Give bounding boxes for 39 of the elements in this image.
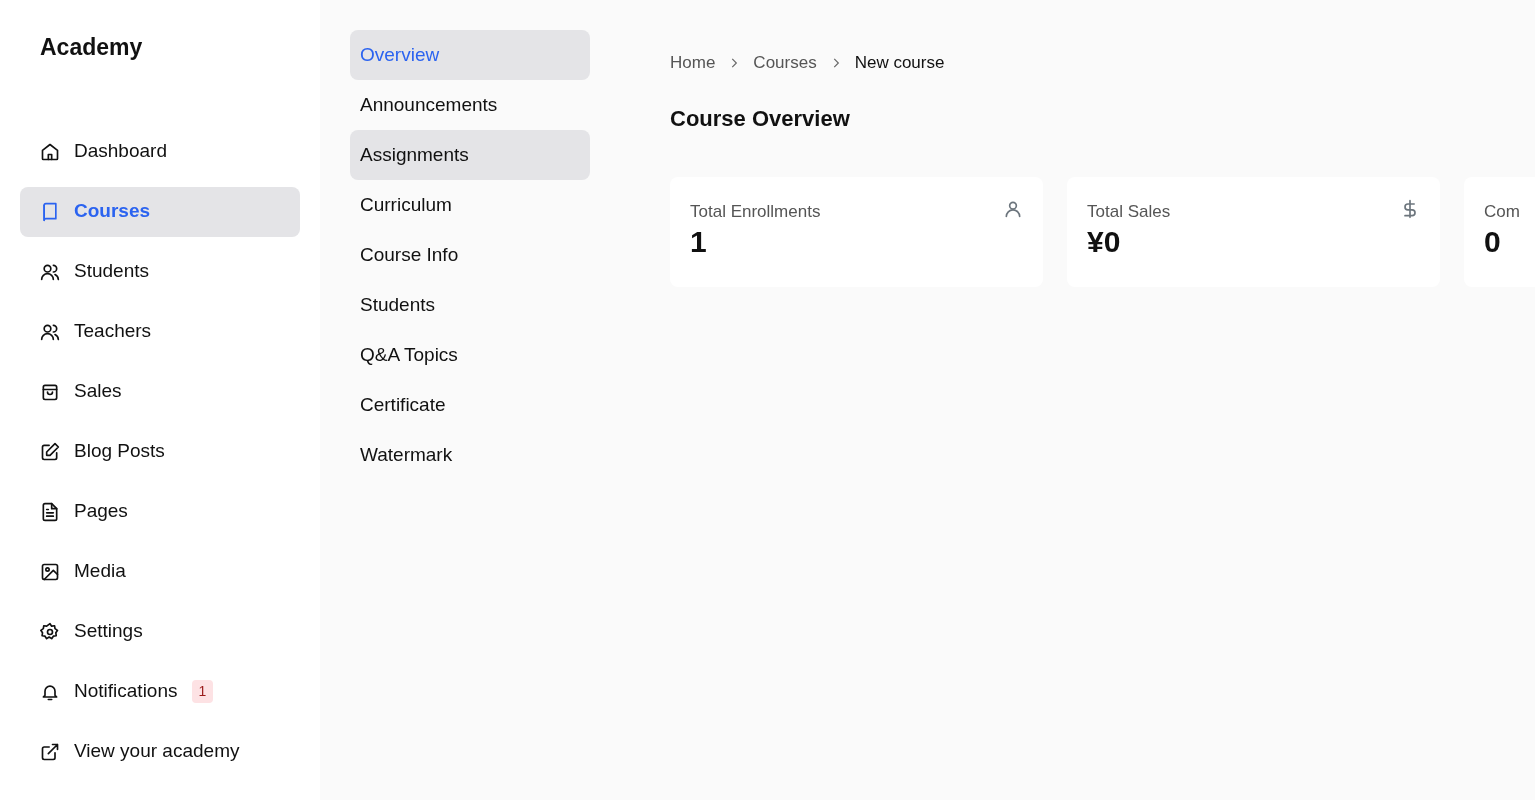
stat-value: 0 bbox=[1484, 224, 1502, 260]
sidebar-item[interactable]: Pages bbox=[20, 486, 300, 537]
course-nav-item[interactable]: Certificate bbox=[350, 380, 590, 430]
course-nav-item[interactable]: Assignments bbox=[350, 130, 590, 180]
image-icon bbox=[40, 561, 60, 582]
course-nav-item[interactable]: Overview bbox=[350, 30, 590, 80]
page-title: Course Overview bbox=[670, 104, 851, 133]
sidebar-item[interactable]: Courses bbox=[20, 186, 300, 237]
course-nav-item[interactable]: Students bbox=[350, 280, 590, 330]
course-nav-item[interactable]: Curriculum bbox=[350, 180, 590, 230]
course-nav-item[interactable]: Q&A Topics bbox=[350, 330, 590, 380]
sidebar-item[interactable]: Sales bbox=[20, 366, 300, 417]
edit-icon bbox=[40, 441, 60, 462]
stat-label: Total Enrollments bbox=[690, 200, 821, 223]
brand-title: Academy bbox=[39, 33, 144, 62]
sidebar-item[interactable]: Blog Posts bbox=[20, 426, 300, 477]
stat-label: Com bbox=[1484, 200, 1520, 223]
document-icon bbox=[40, 501, 60, 522]
sidebar-item[interactable]: Media bbox=[20, 546, 300, 597]
breadcrumb-current: New course bbox=[854, 52, 945, 74]
course-nav-item[interactable]: Watermark bbox=[350, 430, 590, 480]
stat-value: 1 bbox=[690, 224, 708, 260]
external-link-icon bbox=[40, 741, 60, 762]
sidebar-item[interactable]: Dashboard bbox=[20, 126, 300, 177]
sidebar-item[interactable]: Teachers bbox=[20, 306, 300, 357]
course-nav-item[interactable]: Announcements bbox=[350, 80, 590, 130]
notification-count: 1 bbox=[191, 680, 214, 703]
course-nav-item[interactable]: Course Info bbox=[350, 230, 590, 280]
home-icon bbox=[40, 141, 60, 162]
settings-icon bbox=[40, 621, 60, 642]
book-icon bbox=[40, 201, 60, 222]
stat-value: ¥0 bbox=[1087, 224, 1122, 260]
breadcrumb-link[interactable]: Courses bbox=[753, 50, 817, 76]
stat-label: Total Sales bbox=[1087, 200, 1171, 223]
sidebar-item[interactable]: View your academy bbox=[20, 726, 300, 777]
sidebar-item[interactable]: Settings bbox=[20, 606, 300, 657]
breadcrumb-link[interactable]: Home bbox=[670, 50, 716, 76]
sidebar-item[interactable]: Students bbox=[20, 246, 300, 297]
sidebar-item[interactable]: Notifications 1 bbox=[20, 666, 300, 717]
